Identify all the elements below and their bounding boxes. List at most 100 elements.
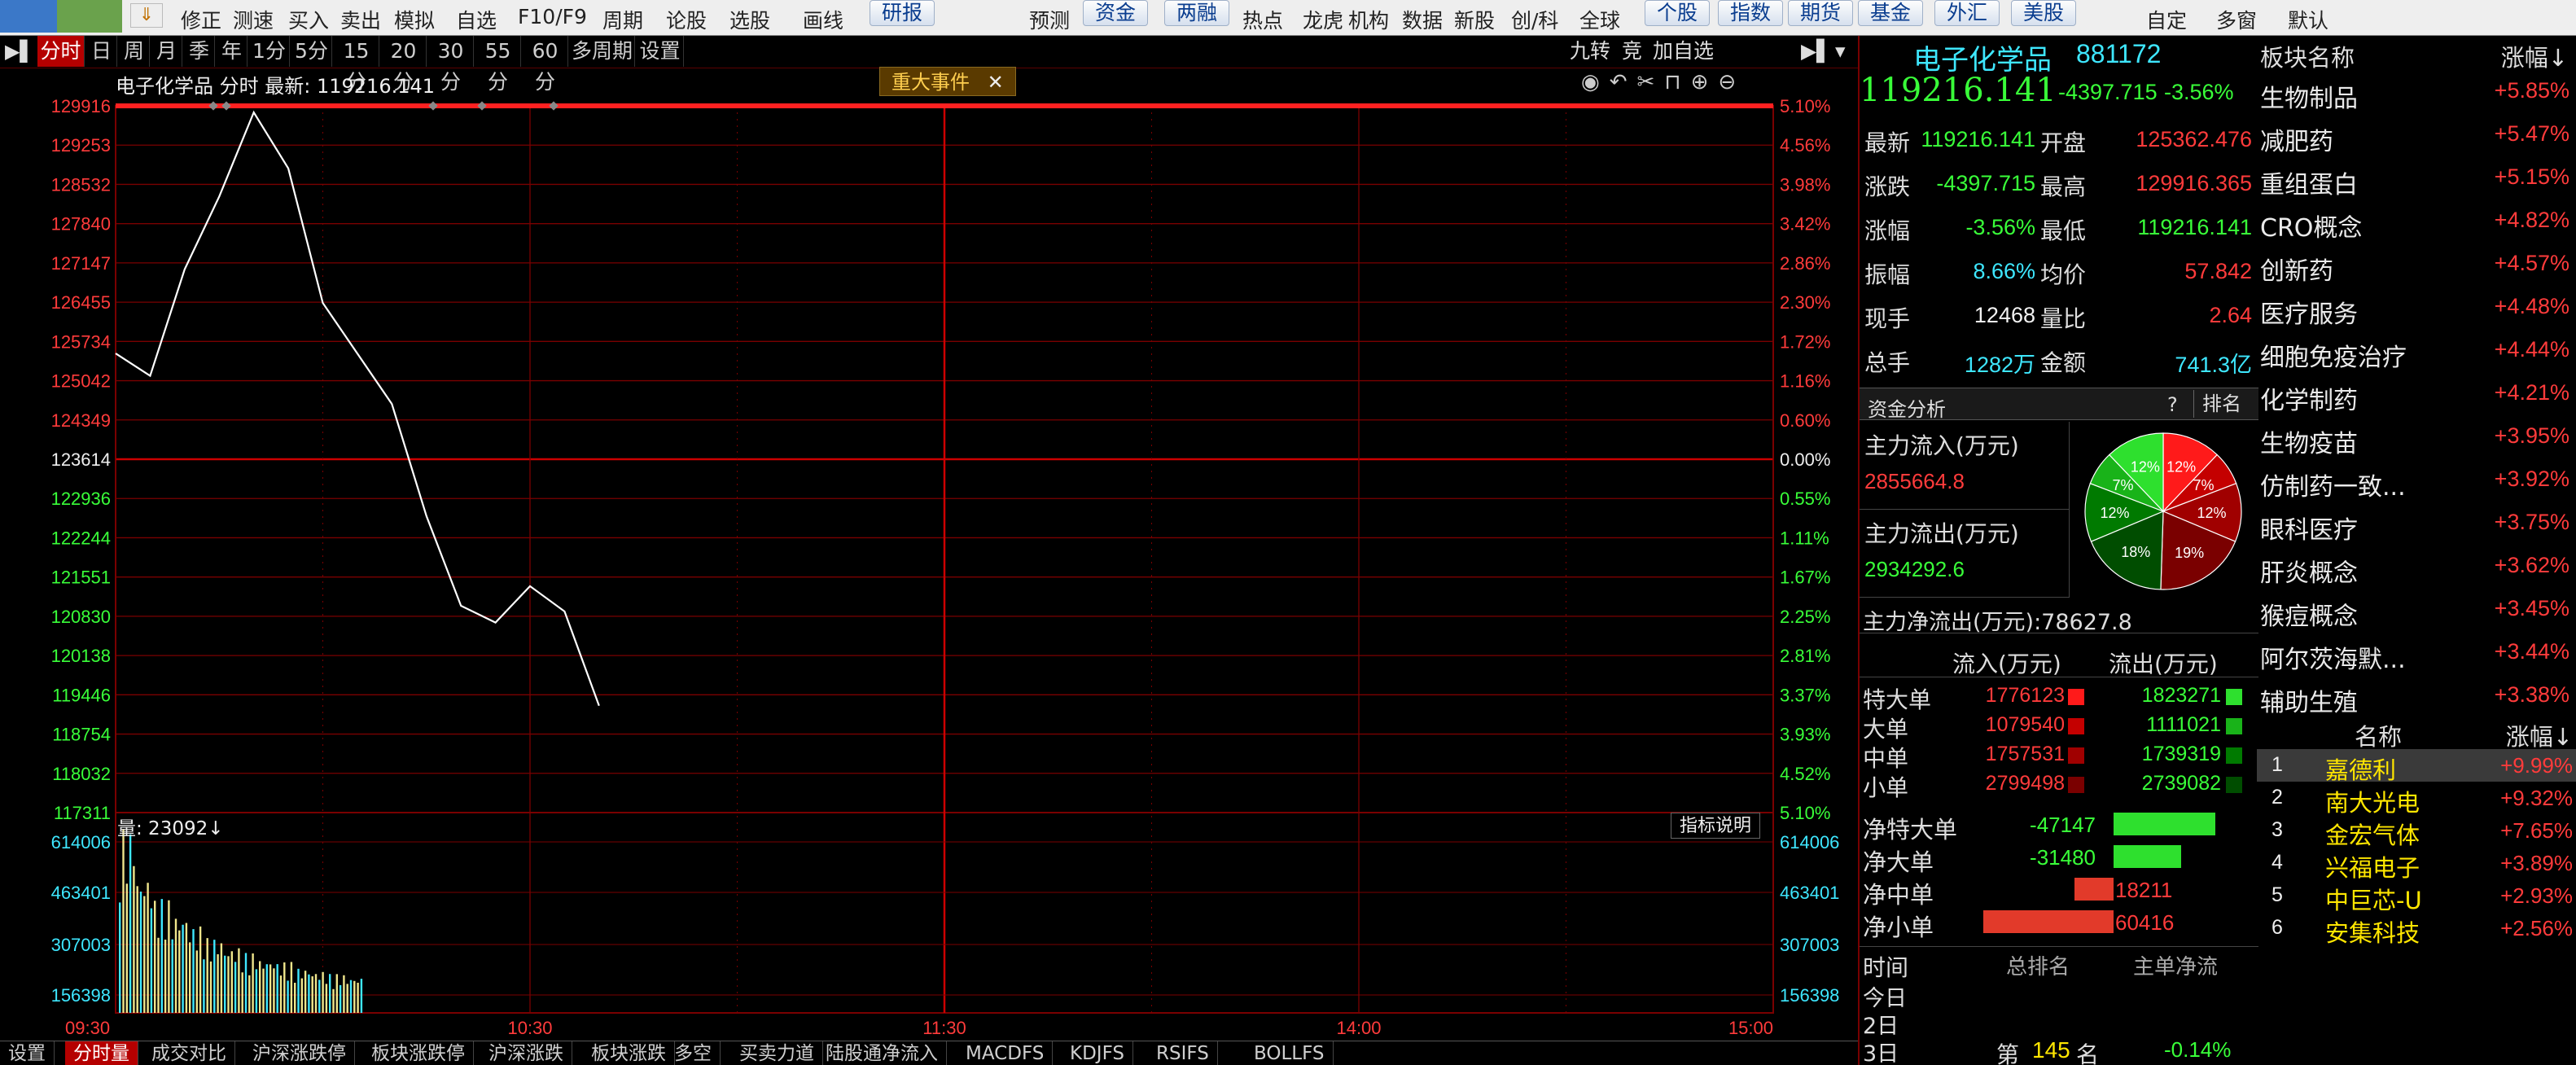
toolbar-item[interactable]: 模拟	[394, 5, 435, 34]
toolbar-button[interactable]: 外汇	[1934, 0, 2000, 26]
toolbar-item[interactable]: 卖出	[340, 5, 381, 34]
app-logo[interactable]	[0, 0, 57, 33]
stock-row[interactable]: 2 南大光电 +9.32%	[2257, 782, 2576, 817]
period-tab[interactable]: 30分	[428, 36, 474, 94]
indicator-tab[interactable]: 成交对比	[143, 1041, 235, 1065]
toolbar-button[interactable]: 期货	[1788, 0, 1854, 26]
sector-row[interactable]: 肝炎概念 +3.62%	[2257, 546, 2576, 589]
period-tab[interactable]: 多周期	[570, 36, 635, 67]
sector-row[interactable]: 化学制药 +4.21%	[2257, 374, 2576, 417]
toolbar-item[interactable]: 新股	[1454, 5, 1495, 34]
period-right-item[interactable]: 竞	[1622, 36, 1642, 67]
period-tab[interactable]: 20分	[381, 36, 427, 94]
toolbar-item[interactable]: 龙虎	[1303, 5, 1343, 34]
toolbar-item[interactable]: 预测	[1029, 5, 1070, 34]
indicator-tab[interactable]: 分时量	[65, 1041, 138, 1065]
toolbar-item[interactable]: 默认	[2288, 5, 2328, 34]
period-tab[interactable]: 设置	[637, 36, 684, 67]
toolbar-item[interactable]: 修正	[181, 5, 221, 34]
scissors-icon[interactable]: ✂	[1636, 70, 1664, 94]
toolbar-button[interactable]: 美股	[2011, 0, 2077, 26]
stock-row[interactable]: 3 金宏气体 +7.65%	[2257, 814, 2576, 849]
indicator-tab[interactable]: 板块涨跌停	[363, 1041, 474, 1065]
toolbar-button[interactable]: 指数	[1718, 0, 1784, 26]
eye-icon[interactable]: ◉	[1581, 70, 1610, 94]
sector-row[interactable]: 减肥药 +5.47%	[2257, 115, 2576, 158]
toolbar-item[interactable]: F10/F9	[518, 5, 587, 28]
period-tab[interactable]: 月	[151, 36, 182, 67]
stock-row[interactable]: 4 兴福电子 +3.89%	[2257, 847, 2576, 882]
indicator-tab[interactable]: KDJFS	[1062, 1041, 1134, 1065]
stock-header-pct[interactable]: 涨幅↓	[2506, 718, 2573, 752]
sector-row[interactable]: 阿尔茨海默... +3.44%	[2257, 633, 2576, 676]
period-tab[interactable]: 60分	[523, 36, 568, 94]
indicator-tab[interactable]: 陆股通净流入	[817, 1041, 947, 1065]
period-right-item[interactable]: 加自选	[1653, 36, 1714, 67]
indicator-tab[interactable]: MACDFS	[957, 1041, 1054, 1065]
collapse-icon[interactable]: ▶▌	[5, 36, 35, 67]
indicator-help-button[interactable]: 指标说明	[1671, 813, 1761, 839]
toolbar-item[interactable]: 画线	[803, 5, 843, 34]
help-icon[interactable]: ?	[2167, 393, 2178, 416]
period-tab[interactable]: 季	[184, 36, 215, 67]
sector-row[interactable]: 重组蛋白 +5.15%	[2257, 158, 2576, 201]
sector-row[interactable]: CRO概念 +4.82%	[2257, 201, 2576, 244]
indicator-tab[interactable]: RSIFS	[1148, 1041, 1218, 1065]
stock-row[interactable]: 6 安集科技 +2.56%	[2257, 912, 2576, 947]
toolbar-item[interactable]: 买入	[288, 5, 329, 34]
sector-row[interactable]: 医疗服务 +4.48%	[2257, 287, 2576, 331]
rank-button[interactable]: 排名	[2193, 390, 2250, 418]
indicator-tab[interactable]: 沪深涨跌停	[244, 1041, 355, 1065]
undo-icon[interactable]: ↶	[1610, 70, 1637, 94]
sector-row[interactable]: 创新药 +4.57%	[2257, 244, 2576, 287]
sector-row[interactable]: 眼科医疗 +3.75%	[2257, 503, 2576, 546]
sector-header-name[interactable]: 板块名称	[2260, 39, 2355, 73]
indicator-tab[interactable]: 设置	[0, 1041, 55, 1065]
period-right-item[interactable]: 九转	[1570, 36, 1610, 67]
lock-icon[interactable]: ⊓	[1664, 70, 1690, 94]
intraday-chart[interactable]: 129916 129253 128532 127840 127147 126455 1257…	[0, 68, 1858, 1041]
toolbar-item[interactable]: 周期	[602, 5, 643, 34]
close-icon[interactable]: ✕	[988, 71, 1004, 94]
zoom-out-icon[interactable]: ⊖	[1718, 70, 1746, 94]
zoom-in-icon[interactable]: ⊕	[1691, 70, 1719, 94]
stock-row[interactable]: 5 中巨芯-U +2.93%	[2257, 879, 2576, 914]
period-tab[interactable]: 15分	[334, 36, 379, 94]
toolbar-item[interactable]: 全球	[1579, 5, 1620, 34]
period-tab[interactable]: 1分	[249, 36, 290, 67]
indicator-tab[interactable]: 买卖力道	[731, 1041, 823, 1065]
sector-row[interactable]: 细胞免疫治疗 +4.44%	[2257, 331, 2576, 374]
toolbar-item[interactable]: 热点	[1242, 5, 1283, 34]
indicator-tab[interactable]: BOLLFS	[1246, 1041, 1334, 1065]
period-tab[interactable]: 日	[86, 36, 117, 67]
toolbar-item[interactable]: 论股	[666, 5, 707, 34]
major-event-tag[interactable]: 重大事件 ✕	[879, 67, 1016, 96]
toolbar-item[interactable]: 机构	[1348, 5, 1389, 34]
indicator-tab[interactable]: 板块涨跌	[583, 1041, 675, 1065]
period-tab[interactable]: 分时	[37, 36, 85, 67]
panel-toggle-icon[interactable]: ▶▌	[1801, 36, 1832, 67]
app-logo-2[interactable]	[57, 0, 122, 33]
sector-row[interactable]: 生物制品 +5.85%	[2257, 72, 2576, 115]
toolbar-item[interactable]: 多窗	[2216, 5, 2257, 34]
stock-row[interactable]: 1 嘉德利 +9.99%	[2257, 749, 2576, 784]
toolbar-button[interactable]: 研报	[870, 0, 935, 26]
toolbar-item[interactable]: 数据	[1402, 5, 1443, 34]
period-tab[interactable]: 年	[217, 36, 248, 67]
period-tab[interactable]: 5分	[291, 36, 332, 67]
toolbar-item[interactable]: 自选	[456, 5, 497, 34]
sector-row[interactable]: 生物疫苗 +3.95%	[2257, 417, 2576, 460]
indicator-tab[interactable]: 多空	[666, 1041, 721, 1065]
toolbar-item[interactable]: 测速	[233, 5, 274, 34]
toolbar-button[interactable]: 两融	[1164, 0, 1230, 26]
period-tab[interactable]: 周	[119, 36, 150, 67]
dropdown-icon[interactable]: ▾	[1835, 36, 1846, 67]
stock-header-name[interactable]: 名称	[2355, 718, 2402, 752]
toolbar-item[interactable]: 自定	[2146, 5, 2187, 34]
toolbar-button[interactable]: 个股	[1645, 0, 1711, 26]
toolbar-item[interactable]: 选股	[729, 5, 770, 34]
sector-header-pct[interactable]: 涨幅↓	[2501, 39, 2568, 73]
sector-row[interactable]: 猴痘概念 +3.45%	[2257, 589, 2576, 633]
toolbar-button[interactable]: 基金	[1858, 0, 1924, 26]
toolbar-button[interactable]: 资金	[1083, 0, 1149, 26]
